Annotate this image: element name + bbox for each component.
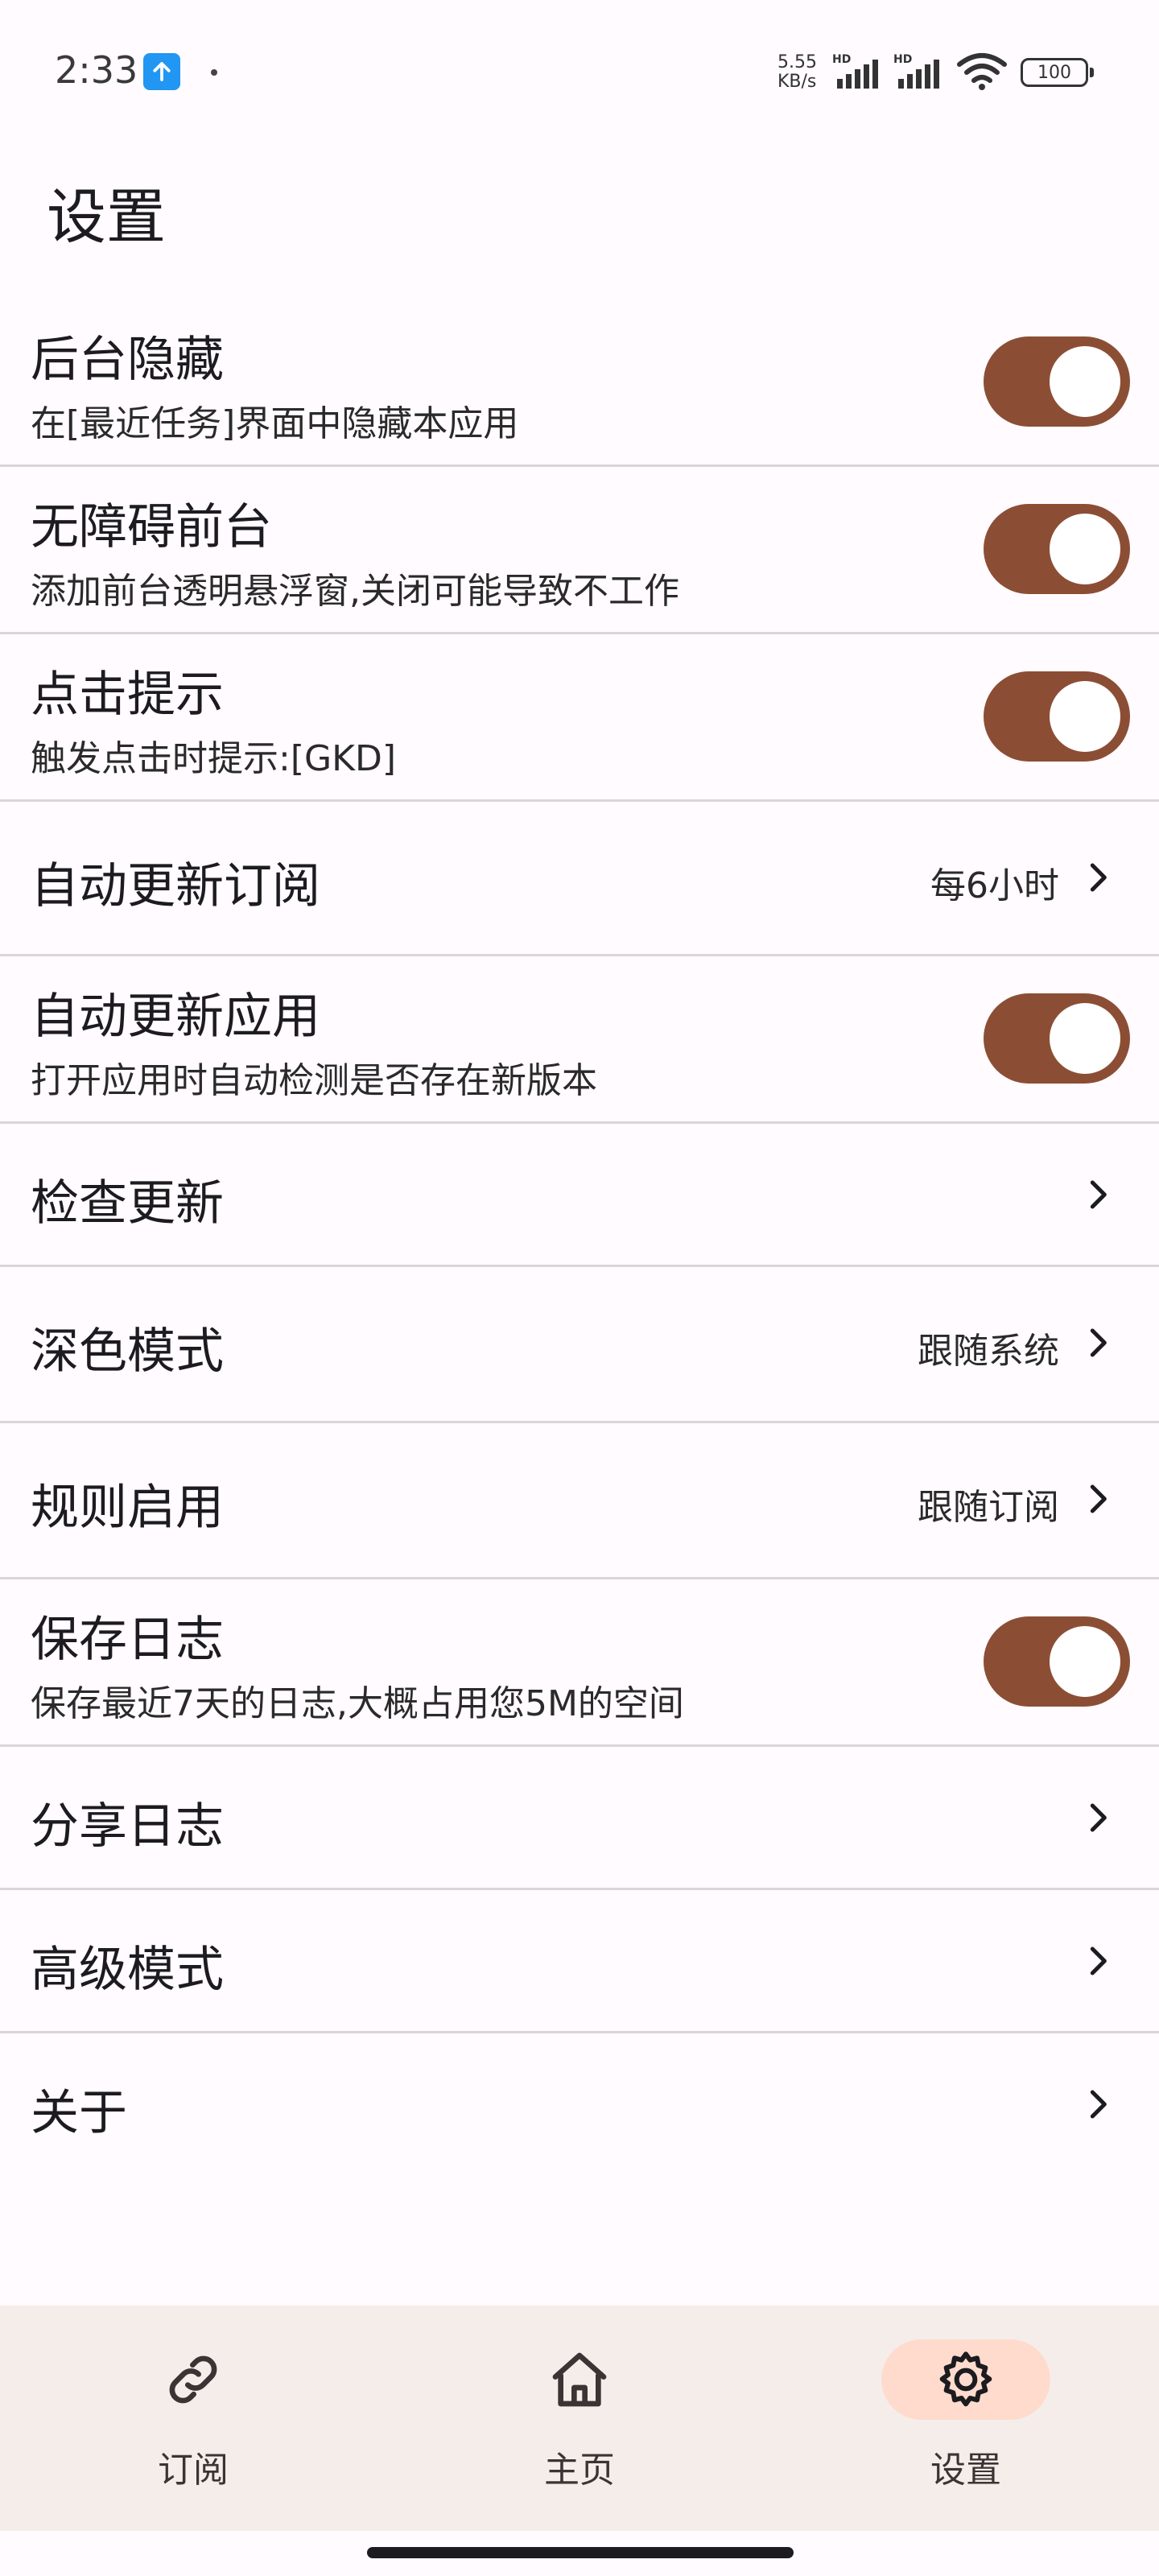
nav-item-home[interactable]: 主页 [386,2306,773,2531]
setting-auto-update-subscription[interactable]: 自动更新订阅 每6小时 [0,802,1159,956]
auto-update-app-toggle[interactable] [984,993,1130,1084]
setting-title: 自动更新应用 [31,989,320,1045]
setting-click-tip[interactable]: 点击提示 触发点击时提示:[GKD] [0,634,1159,802]
battery-icon: 100 [1021,58,1094,87]
setting-dark-mode[interactable]: 深色模式 跟随系统 [0,1267,1159,1423]
setting-accessibility-foreground[interactable]: 无障碍前台 添加前台透明悬浮窗,关闭可能导致不工作 [0,467,1159,634]
setting-title: 后台隐藏 [31,332,224,388]
setting-check-update[interactable]: 检查更新 [0,1124,1159,1267]
signal-icon: HD [831,53,887,93]
setting-subtitle: 在[最近任务]界面中隐藏本应用 [31,403,519,444]
nav-item-settings[interactable]: 设置 [773,2306,1159,2531]
chevron-right-icon [1090,1180,1107,1209]
notification-dot-icon [211,69,217,76]
setting-save-log[interactable]: 保存日志 保存最近7天的日志,大概占用您5M的空间 [0,1579,1159,1747]
bottom-navigation: 订阅 主页 设置 [0,2306,1159,2531]
setting-title: 高级模式 [31,1942,224,1998]
upload-notification-icon [143,53,180,90]
setting-title: 分享日志 [31,1798,224,1855]
home-indicator[interactable] [367,2547,794,2558]
nav-item-subscription[interactable]: 订阅 [0,2306,386,2531]
setting-title: 自动更新订阅 [31,858,320,914]
save-log-toggle[interactable] [984,1616,1130,1707]
signal-icon-2: HD [892,53,948,93]
settings-list: 后台隐藏 在[最近任务]界面中隐藏本应用 无障碍前台 添加前台透明悬浮窗,关闭可… [0,299,1159,2177]
chevron-right-icon [1090,1946,1107,1975]
page-title: 设置 [47,183,166,252]
setting-title: 无障碍前台 [31,499,272,555]
nav-label: 设置 [930,2450,1001,2491]
accessibility-foreground-toggle[interactable] [984,504,1130,594]
toggle-knob [1050,681,1120,752]
setting-subtitle: 添加前台透明悬浮窗,关闭可能导致不工作 [31,571,679,612]
network-speed: 5.55 KB/s [777,53,817,92]
click-tip-toggle[interactable] [984,671,1130,762]
chevron-right-icon [1090,863,1107,892]
sim2-hd-label: HD [893,53,912,66]
toggle-knob [1050,1003,1120,1074]
battery-level: 100 [1037,62,1071,83]
sim1-hd-label: HD [832,53,851,66]
status-time: 2:33 [55,48,138,92]
status-bar: 2:33 5.55 KB/s HD HD 100 [0,0,1159,145]
hide-background-toggle[interactable] [984,336,1130,427]
toggle-knob [1050,514,1120,584]
setting-about[interactable]: 关于 [0,2033,1159,2177]
setting-title: 点击提示 [31,667,224,723]
setting-value: 跟随订阅 [918,1487,1059,1528]
network-speed-value: 5.55 [777,52,817,72]
setting-subtitle: 保存最近7天的日志,大概占用您5M的空间 [31,1683,684,1724]
nav-label: 主页 [544,2450,615,2491]
toggle-knob [1050,346,1120,417]
setting-title: 深色模式 [31,1323,224,1380]
setting-share-log[interactable]: 分享日志 [0,1747,1159,1890]
toggle-knob [1050,1626,1120,1697]
setting-subtitle: 打开应用时自动检测是否存在新版本 [31,1060,597,1101]
home-icon [544,2344,615,2415]
setting-title: 规则启用 [31,1480,224,1536]
wifi-icon [956,52,1008,95]
chevron-right-icon [1090,1328,1107,1357]
setting-value: 跟随系统 [918,1331,1059,1372]
nav-label: 订阅 [158,2450,229,2491]
setting-advanced-mode[interactable]: 高级模式 [0,1890,1159,2033]
setting-hide-background[interactable]: 后台隐藏 在[最近任务]界面中隐藏本应用 [0,299,1159,467]
link-icon [158,2344,229,2415]
setting-value: 每6小时 [930,865,1059,906]
setting-auto-update-app[interactable]: 自动更新应用 打开应用时自动检测是否存在新版本 [0,956,1159,1124]
setting-title: 关于 [31,2085,127,2141]
setting-title: 保存日志 [31,1612,224,1668]
chevron-right-icon [1090,2090,1107,2119]
chevron-right-icon [1090,1803,1107,1832]
setting-title: 检查更新 [31,1175,224,1232]
chevron-right-icon [1090,1484,1107,1513]
network-speed-unit: KB/s [777,72,817,92]
gear-icon [930,2344,1001,2415]
setting-rule-enable[interactable]: 规则启用 跟随订阅 [0,1423,1159,1579]
setting-subtitle: 触发点击时提示:[GKD] [31,738,396,779]
